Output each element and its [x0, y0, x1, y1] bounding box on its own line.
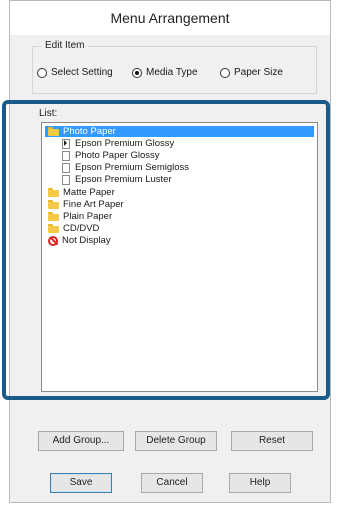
- save-button[interactable]: Save: [50, 473, 112, 493]
- radio-circle-icon: [220, 67, 230, 78]
- help-button[interactable]: Help: [229, 473, 291, 493]
- edit-item-label: Edit Item: [41, 40, 89, 51]
- radio-paper-size[interactable]: Paper Size: [220, 67, 283, 78]
- list-highlight-frame: [2, 100, 330, 400]
- reset-button[interactable]: Reset: [231, 431, 313, 451]
- radio-selected-icon: [132, 67, 142, 78]
- radio-media-type[interactable]: Media Type: [132, 67, 198, 78]
- cancel-button[interactable]: Cancel: [141, 473, 203, 493]
- dialog-title: Menu Arrangement: [10, 1, 330, 35]
- delete-group-button[interactable]: Delete Group: [135, 431, 217, 451]
- radio-label: Select Setting: [51, 67, 113, 78]
- edit-item-group: Edit Item Select Setting Media Type Pape…: [32, 40, 317, 94]
- radio-label: Media Type: [146, 67, 198, 78]
- radio-circle-icon: [37, 67, 47, 78]
- radio-label: Paper Size: [234, 67, 283, 78]
- radio-select-setting[interactable]: Select Setting: [37, 67, 113, 78]
- add-group-button[interactable]: Add Group...: [38, 431, 124, 451]
